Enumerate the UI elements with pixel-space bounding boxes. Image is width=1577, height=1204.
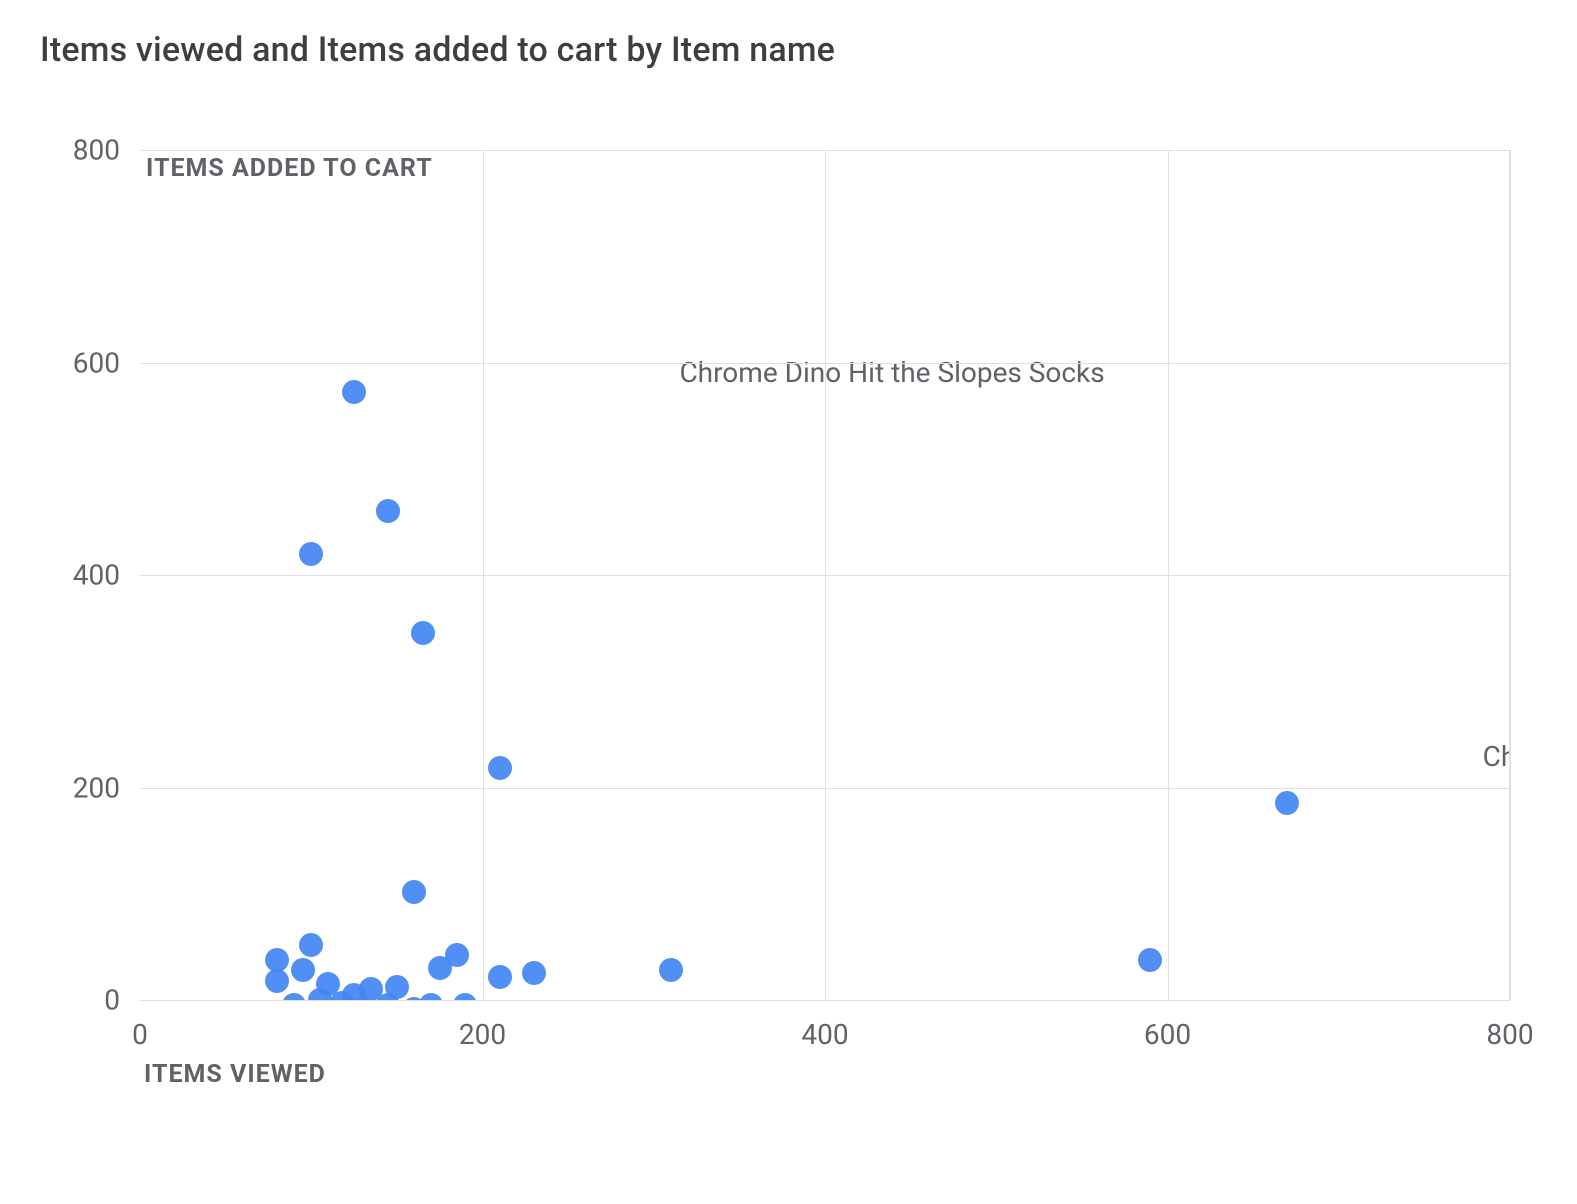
data-point[interactable] <box>1138 948 1162 972</box>
data-point[interactable] <box>488 965 512 989</box>
data-point[interactable] <box>522 961 546 985</box>
y-tick-label: 200 <box>40 771 120 804</box>
x-axis-title: ITEMS VIEWED <box>144 1060 326 1089</box>
data-point[interactable] <box>1275 791 1299 815</box>
x-tick-label: 600 <box>1144 1018 1191 1051</box>
chart-container: Items viewed and Items added to cart by … <box>0 0 1577 1204</box>
data-point[interactable] <box>291 958 315 982</box>
data-point[interactable] <box>282 993 306 1000</box>
data-point[interactable] <box>411 621 435 645</box>
gridline-vertical <box>1510 150 1511 1000</box>
x-tick-label: 0 <box>132 1018 148 1051</box>
x-tick-label: 800 <box>1486 1018 1533 1051</box>
y-tick-label: 400 <box>40 559 120 592</box>
point-annotation: Chrome Dino Hit the Slopes Socks <box>679 356 1104 389</box>
data-point[interactable] <box>299 542 323 566</box>
x-tick-label: 200 <box>459 1018 506 1051</box>
data-point[interactable] <box>376 499 400 523</box>
data-point[interactable] <box>402 880 426 904</box>
chart-title: Items viewed and Items added to cart by … <box>40 30 835 70</box>
data-point[interactable] <box>453 993 477 1000</box>
plot-border <box>1509 150 1510 1000</box>
data-point[interactable] <box>342 380 366 404</box>
gridline-vertical <box>825 150 826 1000</box>
data-point[interactable] <box>659 958 683 982</box>
y-tick-label: 0 <box>40 984 120 1017</box>
gridline-vertical <box>483 150 484 1000</box>
data-point[interactable] <box>488 756 512 780</box>
x-tick-label: 400 <box>801 1018 848 1051</box>
y-tick-label: 800 <box>40 134 120 167</box>
scatter-plot-area[interactable]: Chrome Dino Hit the Slopes Socks Chrome D… <box>140 150 1510 1000</box>
y-tick-label: 600 <box>40 346 120 379</box>
data-point[interactable] <box>265 969 289 993</box>
data-point[interactable] <box>299 933 323 957</box>
point-annotation: Chrome Dino Hit the Slopes Sv <box>1483 740 1510 773</box>
gridline-horizontal <box>140 1000 1510 1001</box>
data-point[interactable] <box>419 993 443 1000</box>
gridline-vertical <box>1168 150 1169 1000</box>
data-point[interactable] <box>428 956 452 980</box>
y-axis-title: ITEMS ADDED TO CART <box>146 154 433 183</box>
